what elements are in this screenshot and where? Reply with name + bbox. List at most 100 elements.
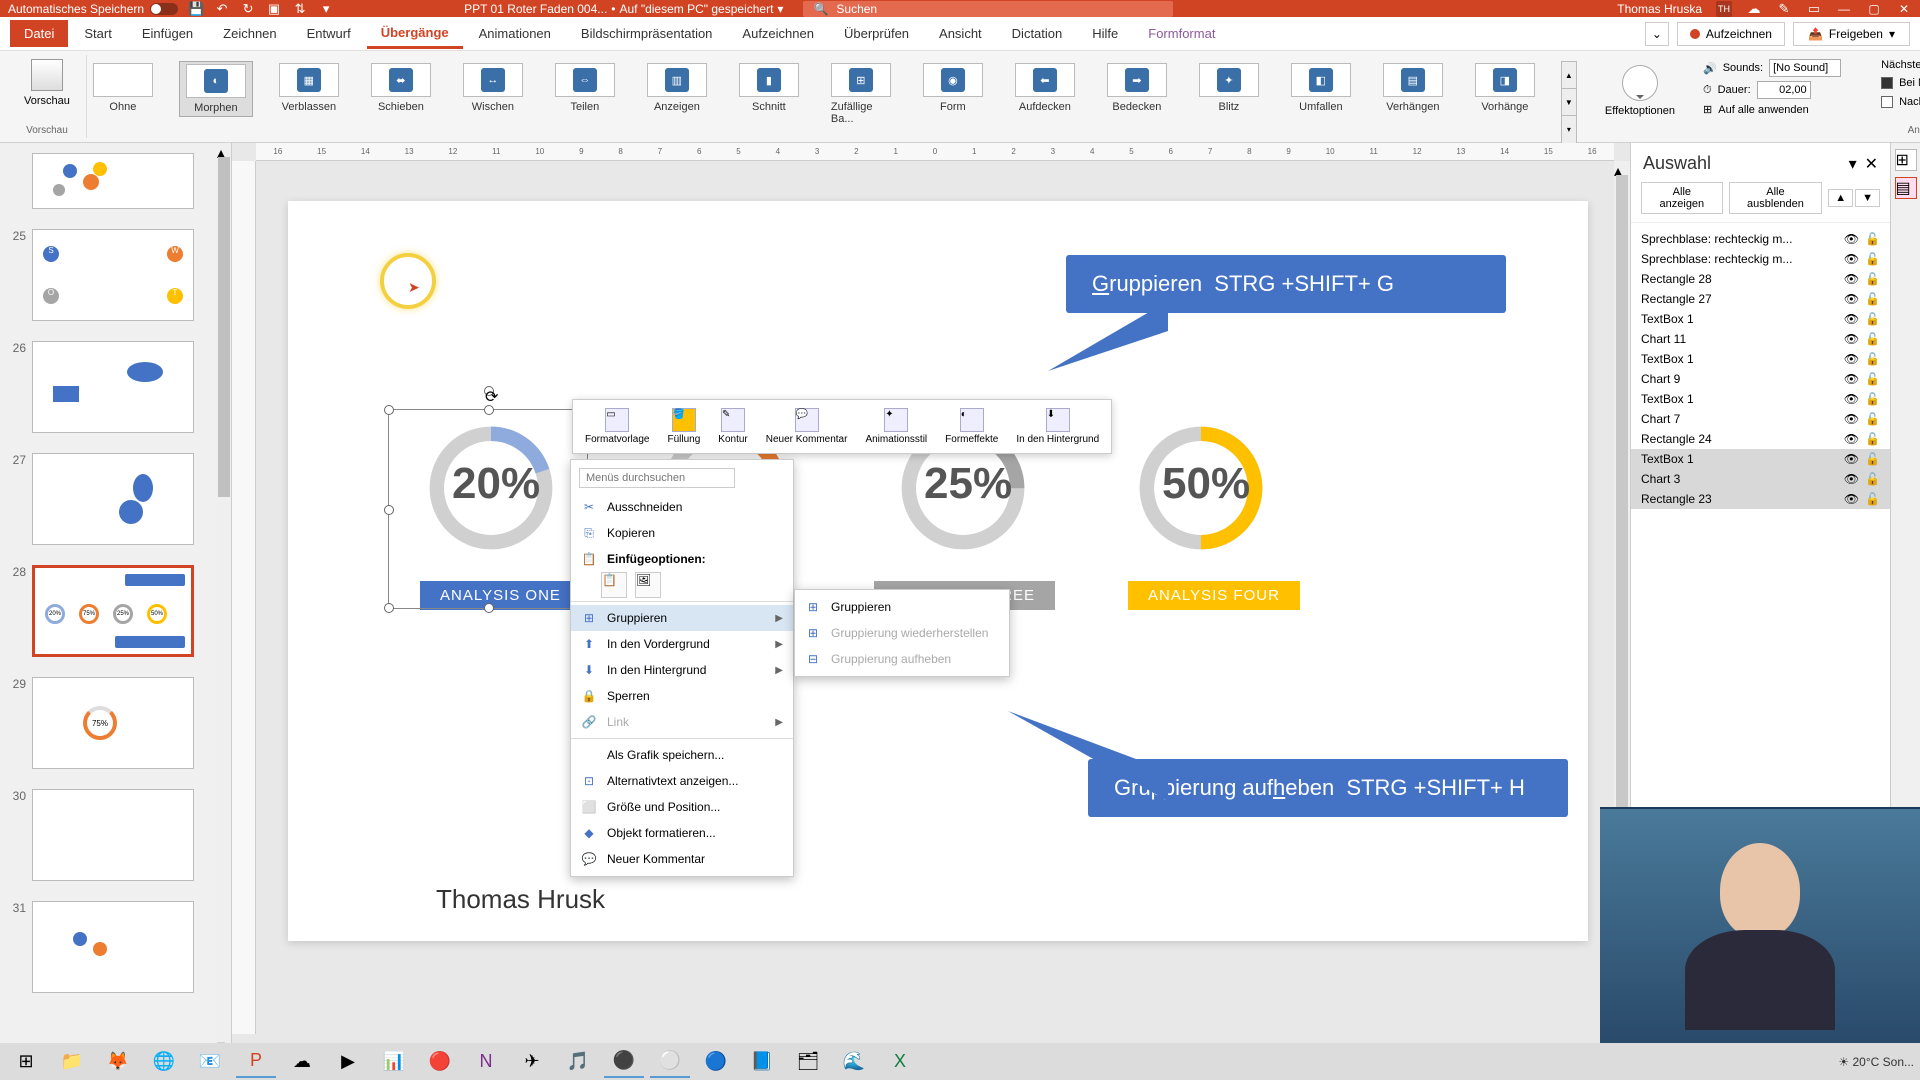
undo-icon[interactable]: ↶ xyxy=(214,1,230,17)
mini-kommentar[interactable]: 💬Neuer Kommentar xyxy=(758,404,856,449)
tab-insert[interactable]: Einfügen xyxy=(128,20,207,47)
sub-group[interactable]: ⊞Gruppieren xyxy=(795,594,1009,620)
transition-cover[interactable]: ➡Bedecken xyxy=(1101,61,1173,115)
ctx-foreground[interactable]: ⬆In den Vordergrund▶ xyxy=(571,631,793,657)
preview-button[interactable]: Vorschau xyxy=(16,55,78,111)
mini-fullung[interactable]: 🪣Füllung xyxy=(659,404,708,449)
lock-icon[interactable]: 🔓 xyxy=(1865,412,1880,426)
app-icon-7[interactable]: 📘 xyxy=(742,1046,782,1078)
transition-curtains[interactable]: ◨Vorhänge xyxy=(1469,61,1541,115)
ctx-search-input[interactable] xyxy=(579,468,735,488)
tab-design[interactable]: Entwurf xyxy=(293,20,365,47)
selection-item[interactable]: Sprechblase: rechteckig m...👁🔓 xyxy=(1631,229,1890,249)
record-button[interactable]: Aufzeichnen xyxy=(1677,22,1785,46)
lock-icon[interactable]: 🔓 xyxy=(1865,452,1880,466)
transition-split[interactable]: ⇔Teilen xyxy=(549,61,621,115)
ctx-size-pos[interactable]: ⬜Größe und Position... xyxy=(571,794,793,820)
transition-flash[interactable]: ✦Blitz xyxy=(1193,61,1265,115)
tab-file[interactable]: Datei xyxy=(10,20,68,47)
apply-all-button[interactable]: ⊞Auf alle anwenden xyxy=(1703,103,1841,116)
selection-item[interactable]: Rectangle 23👁🔓 xyxy=(1631,489,1890,509)
slide-thumbnail-panel[interactable]: 25 S W O T 26 27 28 20% 75% 25% 50% 29 7… xyxy=(0,143,232,1050)
selection-item[interactable]: Chart 9👁🔓 xyxy=(1631,369,1890,389)
visibility-icon[interactable]: 👁 xyxy=(1844,292,1859,306)
lock-icon[interactable]: 🔓 xyxy=(1865,232,1880,246)
mini-hintergrund[interactable]: ⬇In den Hintergrund xyxy=(1008,404,1107,449)
lock-icon[interactable]: 🔓 xyxy=(1865,472,1880,486)
lock-icon[interactable]: 🔓 xyxy=(1865,272,1880,286)
weather-widget[interactable]: ☀ 20°C Son... xyxy=(1838,1055,1914,1069)
app-icon-1[interactable]: ☁ xyxy=(282,1046,322,1078)
ctx-group[interactable]: ⊞Gruppieren▶ xyxy=(571,605,793,631)
slide-thumb-28[interactable]: 20% 75% 25% 50% xyxy=(32,565,194,657)
selection-item[interactable]: Chart 3👁🔓 xyxy=(1631,469,1890,489)
transition-push[interactable]: ⬌Schieben xyxy=(365,61,437,115)
after-checkbox[interactable] xyxy=(1881,96,1893,108)
selection-item[interactable]: Rectangle 28👁🔓 xyxy=(1631,269,1890,289)
visibility-icon[interactable]: 👁 xyxy=(1844,252,1859,266)
selection-item[interactable]: Chart 7👁🔓 xyxy=(1631,409,1890,429)
ctx-alt-text[interactable]: ⊡Alternativtext anzeigen... xyxy=(571,768,793,794)
start-button[interactable]: ⊞ xyxy=(6,1046,46,1078)
visibility-icon[interactable]: 👁 xyxy=(1844,492,1859,506)
ctx-background[interactable]: ⬇In den Hintergrund▶ xyxy=(571,657,793,683)
selection-item[interactable]: Rectangle 24👁🔓 xyxy=(1631,429,1890,449)
selection-item[interactable]: TextBox 1👁🔓 xyxy=(1631,349,1890,369)
transition-wipe[interactable]: ↔Wischen xyxy=(457,61,529,115)
tab-help[interactable]: Hilfe xyxy=(1078,20,1132,47)
move-down-button[interactable]: ▼ xyxy=(1855,189,1880,207)
ribbon-collapse-button[interactable]: ⌄ xyxy=(1645,22,1669,46)
slide-thumb-25[interactable]: S W O T xyxy=(32,229,194,321)
outlook-icon[interactable]: 📧 xyxy=(190,1046,230,1078)
on-click-checkbox[interactable] xyxy=(1881,77,1893,89)
cloud-icon[interactable]: ☁ xyxy=(1746,1,1762,17)
slide-thumb-30[interactable] xyxy=(32,789,194,881)
qat-more-icon[interactable]: ▾ xyxy=(318,1,334,17)
sound-select[interactable] xyxy=(1769,59,1841,77)
draw-icon[interactable]: ✎ xyxy=(1776,1,1792,17)
ctx-lock[interactable]: 🔒Sperren xyxy=(571,683,793,709)
app-icon-2[interactable]: 📊 xyxy=(374,1046,414,1078)
vlc-icon[interactable]: ▶ xyxy=(328,1046,368,1078)
chrome-icon[interactable]: 🌐 xyxy=(144,1046,184,1078)
mini-formeffekte[interactable]: ◐Formeffekte xyxy=(937,404,1006,449)
maximize-icon[interactable]: ▢ xyxy=(1866,1,1882,17)
tab-transitions[interactable]: Übergänge xyxy=(367,19,463,49)
transition-none[interactable]: Ohne xyxy=(87,61,159,115)
paste-opt-1[interactable]: 📋 xyxy=(601,572,627,598)
transition-fall[interactable]: ◧Umfallen xyxy=(1285,61,1357,115)
move-up-button[interactable]: ▲ xyxy=(1828,189,1853,207)
tab-review[interactable]: Überprüfen xyxy=(830,20,923,47)
tab-dictation[interactable]: Dictation xyxy=(998,20,1077,47)
lock-icon[interactable]: 🔓 xyxy=(1865,392,1880,406)
selection-item[interactable]: Chart 11👁🔓 xyxy=(1631,329,1890,349)
lock-icon[interactable]: 🔓 xyxy=(1865,252,1880,266)
transition-cut[interactable]: ▮Schnitt xyxy=(733,61,805,115)
app-icon-5[interactable]: ⚪ xyxy=(650,1046,690,1078)
transition-morph[interactable]: ◐Morphen xyxy=(179,61,253,117)
slide-thumb-29[interactable]: 75% xyxy=(32,677,194,769)
edge-icon[interactable]: 🌊 xyxy=(834,1046,874,1078)
tab-record[interactable]: Aufzeichnen xyxy=(728,20,828,47)
pane-tab-1[interactable]: ⊞ xyxy=(1895,149,1917,171)
ctx-copy[interactable]: ⎘Kopieren xyxy=(571,520,793,546)
lock-icon[interactable]: 🔓 xyxy=(1865,372,1880,386)
obs-icon[interactable]: ⚫ xyxy=(604,1046,644,1078)
visibility-icon[interactable]: 👁 xyxy=(1844,312,1859,326)
transition-shape[interactable]: ◉Form xyxy=(917,61,989,115)
selection-box[interactable]: ⟳ xyxy=(388,409,588,609)
minimize-icon[interactable]: — xyxy=(1836,1,1852,17)
tab-animations[interactable]: Animationen xyxy=(465,20,565,47)
lock-icon[interactable]: 🔓 xyxy=(1865,352,1880,366)
visibility-icon[interactable]: 👁 xyxy=(1844,432,1859,446)
ctx-format-obj[interactable]: ◆Objekt formatieren... xyxy=(571,820,793,846)
selection-item[interactable]: TextBox 1👁🔓 xyxy=(1631,309,1890,329)
hide-all-button[interactable]: Alle ausblenden xyxy=(1729,182,1823,214)
pane-tab-2[interactable]: ▤ xyxy=(1895,177,1917,199)
mini-kontur[interactable]: ✎Kontur xyxy=(710,404,755,449)
toggle-pill[interactable] xyxy=(150,3,178,15)
slide-thumb-24[interactable] xyxy=(32,153,194,209)
visibility-icon[interactable]: 👁 xyxy=(1844,272,1859,286)
app-icon-8[interactable]: 🗂 xyxy=(788,1046,828,1078)
mini-animation[interactable]: ✦Animationsstil xyxy=(857,404,935,449)
